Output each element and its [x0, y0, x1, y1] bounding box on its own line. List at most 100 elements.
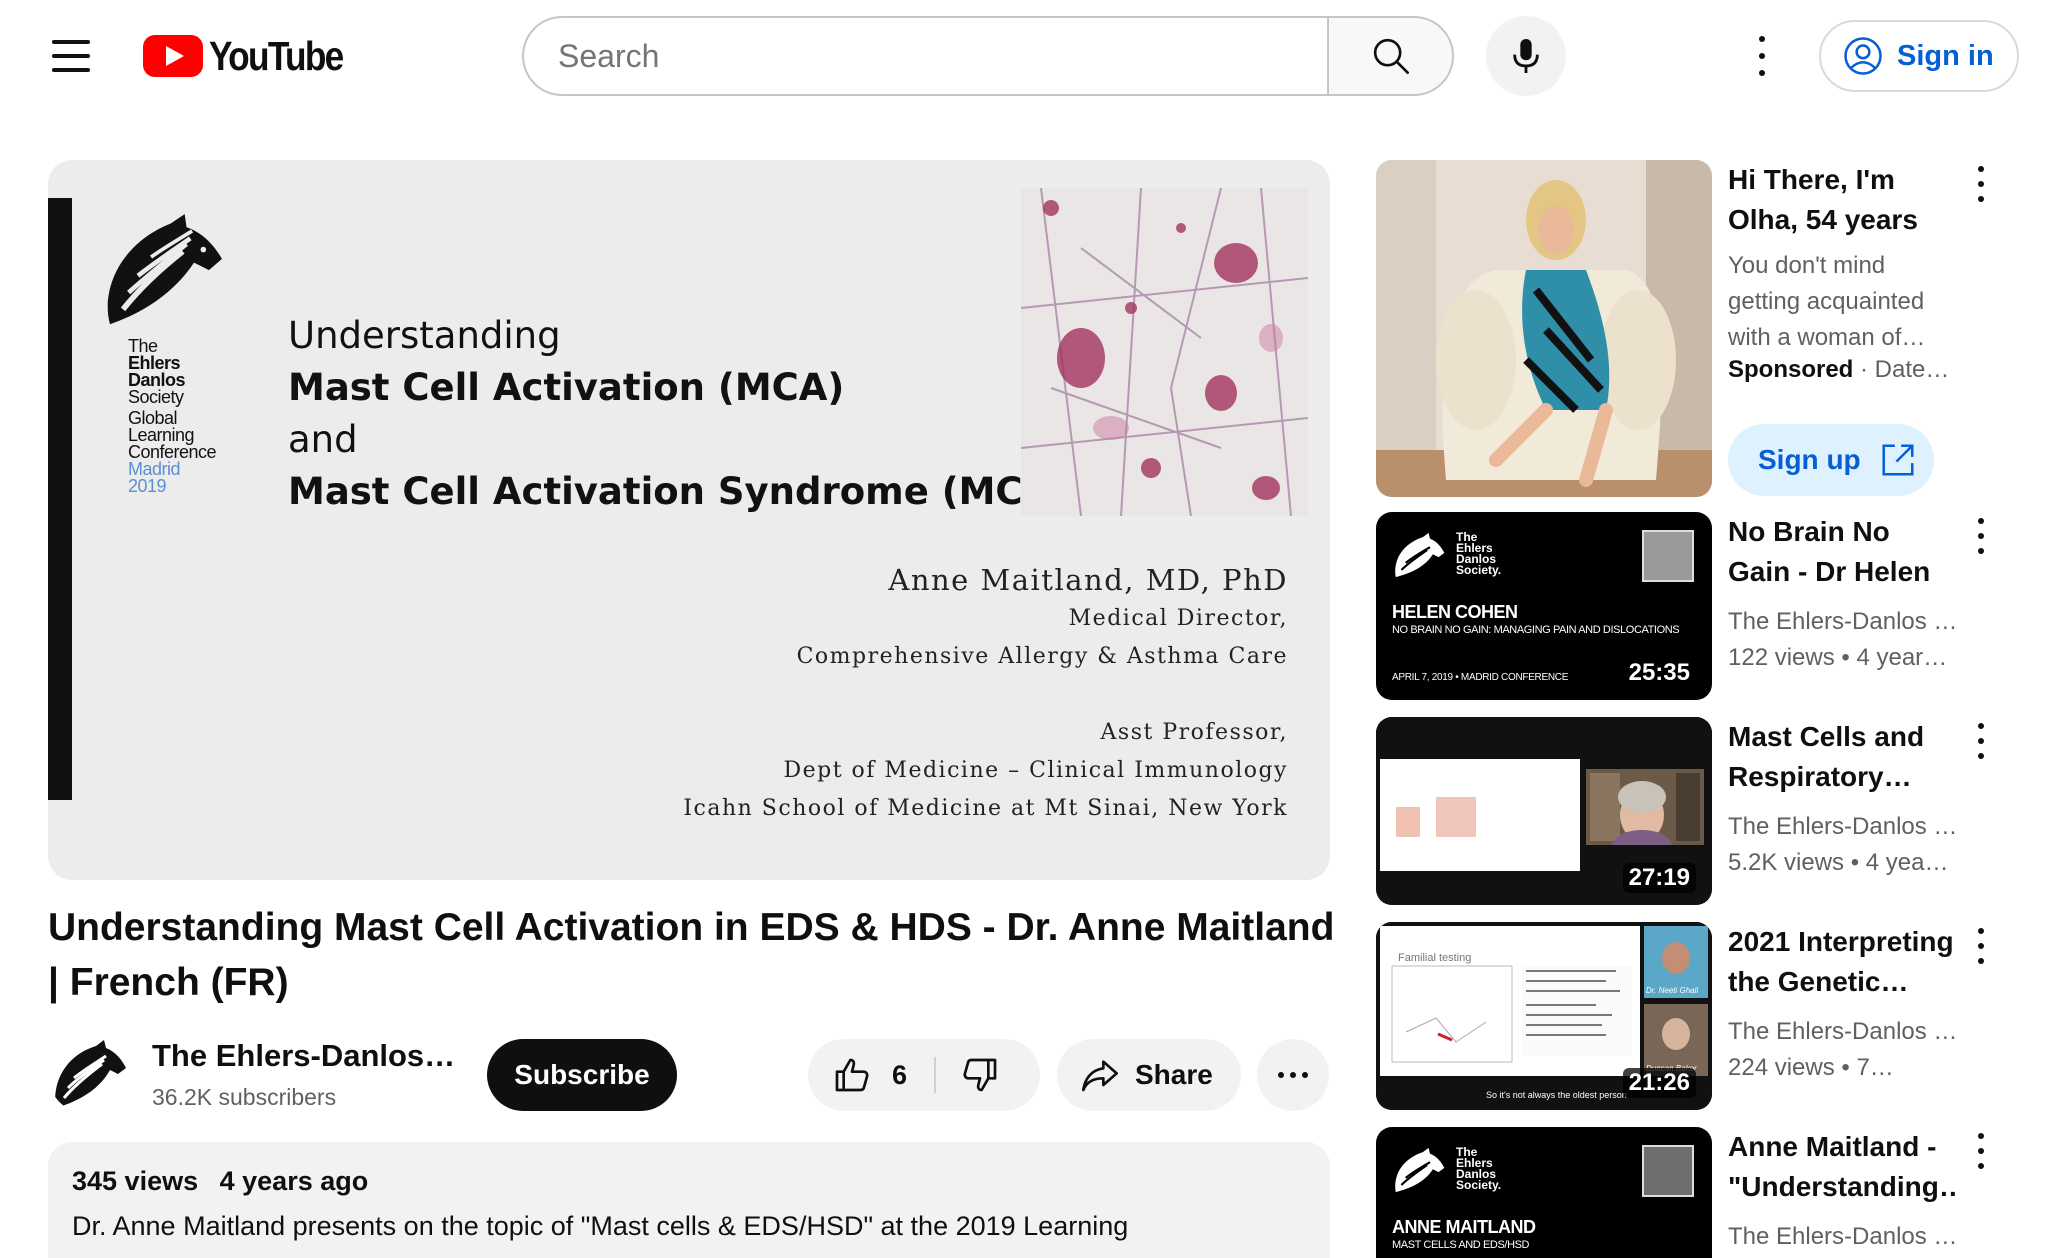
- description-box[interactable]: 345 views 4 years ago Dr. Anne Maitland …: [48, 1142, 1330, 1258]
- youtube-play-icon: [143, 35, 203, 77]
- slide-title-line: Mast Cell Activation Syndrome (MCAS): [288, 470, 1095, 513]
- presenter-spacer: [683, 676, 1288, 714]
- recommended-channel[interactable]: The Ehlers-Danlos …: [1728, 813, 1958, 841]
- video-title: Understanding Mast Cell Activation in ED…: [48, 906, 1335, 1004]
- video-duration: 27:19: [1622, 863, 1696, 893]
- search-button[interactable]: [1327, 16, 1454, 96]
- slide-presenter-info: Anne Maitland, MD, PhD Medical Director,…: [683, 560, 1288, 828]
- video-duration: 21:26: [1622, 1068, 1696, 1098]
- like-button[interactable]: 6: [808, 1039, 936, 1111]
- thumb-speaker-name: HELEN COHEN: [1392, 602, 1518, 622]
- share-label: Share: [1135, 1059, 1213, 1090]
- ad-signup-button[interactable]: Sign up: [1728, 424, 1934, 496]
- thumb-caption: So it's not always the oldest person: [1486, 1090, 1627, 1100]
- thumb-person-label: Dr. Neeti Ghali: [1646, 986, 1699, 995]
- subscriber-count: 36.2K subscribers: [152, 1084, 337, 1110]
- speaker-headshot: [1642, 530, 1694, 582]
- slide-title-line: Understanding: [288, 314, 561, 357]
- channel-avatar[interactable]: [48, 1034, 128, 1114]
- thumb-speaker-topic: MAST CELLS AND EDS/HSD: [1392, 1239, 1530, 1251]
- external-link-icon: [1882, 444, 1914, 476]
- description-text: Dr. Anne Maitland presents on the topic …: [72, 1211, 1129, 1241]
- ad-title[interactable]: Hi There, I'm Olha, 54 years old: [1728, 160, 1958, 240]
- eds-mini-text: The Ehlers Danlos Society.: [1456, 531, 1502, 577]
- recommended-video-title[interactable]: Anne Maitland - "Understanding…: [1728, 1127, 1958, 1207]
- recommended-meta: 122 views • 4 year…: [1728, 644, 1948, 671]
- eds-mini-text: The Ehlers Danlos Society.: [1456, 1146, 1502, 1192]
- view-count: 345 views: [72, 1166, 199, 1196]
- recommended-video[interactable]: The Ehlers Danlos Society. ANNE MAITLAND…: [1376, 1127, 1996, 1258]
- presenter-line: Dept of Medicine – Clinical Immunology: [783, 758, 1288, 783]
- dislike-button[interactable]: [936, 1039, 1040, 1111]
- thumbs-up-icon: [835, 1058, 869, 1092]
- thumb-date: APRIL 7, 2019 • MADRID CONFERENCE: [1392, 672, 1569, 683]
- presenter-line: Medical Director,: [1068, 606, 1288, 631]
- microphone-icon: [1513, 39, 1539, 73]
- settings-kebab-icon[interactable]: [1744, 36, 1780, 76]
- slide-title-line: Mast Cell Activation (MCA): [288, 366, 845, 409]
- society-line: 2019: [128, 476, 167, 496]
- zebra-mini-icon: [1395, 532, 1445, 578]
- search-icon: [1373, 38, 1409, 74]
- recommended-video-title[interactable]: 2021 Interpreting the Genetic…: [1728, 922, 1958, 1002]
- masthead: YouTube Sign in: [0, 0, 2048, 112]
- thumb-slide-label: Familial testing: [1398, 952, 1472, 964]
- search-input[interactable]: [558, 37, 1329, 75]
- channel-name[interactable]: The Ehlers-Danlos…: [152, 1038, 452, 1074]
- zebra-logo-icon: [107, 214, 222, 325]
- video-more-icon[interactable]: [1969, 723, 1993, 759]
- recommended-video-title[interactable]: No Brain No Gain - Dr Helen Cohe…: [1728, 512, 1958, 592]
- slide-title-line: and: [288, 418, 358, 461]
- speaker-headshot: [1642, 1145, 1694, 1197]
- youtube-logo[interactable]: YouTube: [143, 33, 364, 79]
- ad-thumbnail[interactable]: [1376, 160, 1712, 497]
- video-more-icon[interactable]: [1969, 928, 1993, 964]
- video-thumbnail[interactable]: The Ehlers Danlos Society. ANNE MAITLAND…: [1376, 1127, 1712, 1258]
- presenter-line: Comprehensive Allergy & Asthma Care: [796, 644, 1288, 669]
- recommended-meta: 224 views • 7…: [1728, 1054, 1894, 1081]
- share-icon: [1082, 1060, 1118, 1092]
- account-icon: [1844, 37, 1882, 75]
- video-thumbnail[interactable]: The Ehlers Danlos Society. HELEN COHEN N…: [1376, 512, 1712, 700]
- more-actions-button[interactable]: [1257, 1039, 1329, 1111]
- ad-more-icon[interactable]: [1969, 166, 1993, 202]
- presenter-line: Asst Professor,: [1100, 720, 1288, 745]
- video-more-icon[interactable]: [1969, 1133, 1993, 1169]
- video-thumbnail[interactable]: 27:19: [1376, 717, 1712, 905]
- slide-title: Understanding Mast Cell Activation (MCA)…: [288, 310, 1095, 518]
- share-button[interactable]: Share: [1057, 1039, 1241, 1111]
- slide-side-bar: [48, 198, 72, 800]
- description-meta: 345 views 4 years ago: [72, 1166, 1306, 1197]
- menu-icon[interactable]: [52, 40, 92, 72]
- recommended-video-title[interactable]: Mast Cells and Respiratory…: [1728, 717, 1958, 797]
- zebra-avatar-icon: [55, 1040, 126, 1108]
- recommended-video[interactable]: The Ehlers Danlos Society. HELEN COHEN N…: [1376, 512, 1996, 702]
- voice-search-button[interactable]: [1486, 16, 1566, 96]
- video-player[interactable]: The Ehlers Danlos Society Global Learnin…: [48, 160, 1330, 880]
- signup-label: Sign up: [1758, 444, 1861, 475]
- upload-age: 4 years ago: [219, 1166, 369, 1196]
- ad-description: You don't mind getting acquainted with a…: [1728, 252, 1926, 351]
- eds-mini-line: Society.: [1456, 1178, 1502, 1192]
- advertiser-name: Date…: [1874, 356, 1950, 383]
- sign-in-label: Sign in: [1897, 39, 1994, 72]
- sponsored-ad[interactable]: Hi There, I'm Olha, 54 years old You don…: [1376, 160, 1996, 500]
- zebra-mini-icon: [1395, 1147, 1445, 1193]
- recommended-video[interactable]: Familial testing Dr. Neeti Ghali Duncan …: [1376, 922, 1996, 1112]
- thumbs-down-icon: [963, 1058, 997, 1092]
- thumb-speaker-topic: NO BRAIN NO GAIN: MANAGING PAIN AND DISL…: [1392, 624, 1680, 636]
- recommended-video[interactable]: 27:19 Mast Cells and Respiratory… The Eh…: [1376, 717, 1996, 907]
- recommended-channel[interactable]: The Ehlers-Danlos …: [1728, 608, 1958, 636]
- video-more-icon[interactable]: [1969, 518, 1993, 554]
- video-thumbnail[interactable]: Familial testing Dr. Neeti Ghali Duncan …: [1376, 922, 1712, 1110]
- like-count: 6: [892, 1059, 908, 1090]
- thumb-speaker-name: ANNE MAITLAND: [1392, 1217, 1536, 1237]
- subscribe-button[interactable]: Subscribe: [487, 1039, 677, 1111]
- recommended-channel[interactable]: The Ehlers-Danlos …: [1728, 1223, 1958, 1251]
- microscope-image: [1021, 188, 1308, 516]
- presenter-line: Icahn School of Medicine at Mt Sinai, Ne…: [683, 796, 1288, 821]
- eds-mini-line: Society.: [1456, 563, 1502, 577]
- recommended-channel[interactable]: The Ehlers-Danlos …: [1728, 1018, 1958, 1046]
- sign-in-button[interactable]: Sign in: [1819, 20, 2019, 92]
- sponsored-label: Sponsored: [1728, 356, 1854, 383]
